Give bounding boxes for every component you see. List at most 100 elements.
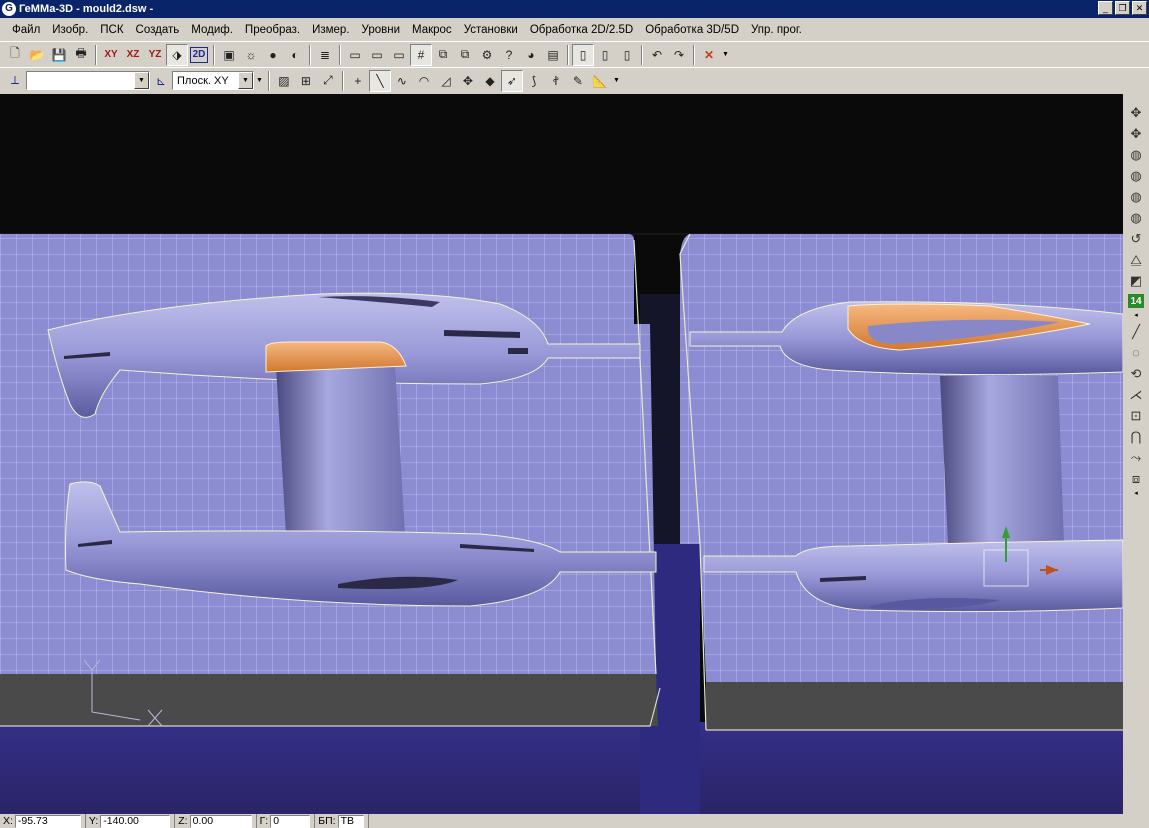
arc-icon[interactable]: ◠ [413,70,435,92]
extend-tool-icon[interactable]: ⤳ [1125,447,1147,468]
copy-view-icon[interactable]: ⧉ [454,44,476,66]
spline-icon[interactable]: ∿ [391,70,413,92]
new-file-icon[interactable]: 🗋 [4,44,26,66]
plane-combo[interactable]: Плоск. XY ▼ [172,71,254,90]
zoom-window-icon[interactable]: ▣ [218,44,240,66]
fill-icon[interactable]: ◆ [479,70,501,92]
z-coordinate-field[interactable]: 0.00 [189,814,252,828]
settings-icon[interactable]: ⚙ [476,44,498,66]
sphere-mesh-icon[interactable]: ◍ [1125,144,1147,165]
left-mould-half [0,234,661,727]
help-icon[interactable]: ? [498,44,520,66]
g-field[interactable]: 0 [270,814,311,828]
dropdown-arrow-icon[interactable]: ▼ [722,51,729,58]
line-icon[interactable]: ╲ [368,69,391,92]
x-coordinate-field[interactable]: -95.73 [14,814,81,828]
expand-arrow-icon[interactable]: ◂ [1134,489,1138,499]
window-2-icon[interactable]: ▭ [366,44,388,66]
isometric-view-icon[interactable]: ⬗ [166,43,188,66]
menu-settings[interactable]: Установки [458,24,524,36]
sphere-wire-icon[interactable]: ◍ [1125,186,1147,207]
trim-tool-icon[interactable]: ⋌ [1125,384,1147,405]
solid-cylinder-icon[interactable]: ▯ [572,43,594,66]
menu-macro[interactable]: Макрос [406,24,458,36]
bp-field[interactable]: ТВ [337,814,364,828]
sphere-solid-icon[interactable]: ◍ [1125,165,1147,186]
dropdown-arrow-icon[interactable]: ▼ [256,77,263,84]
view-xy-button[interactable]: XY [100,44,122,66]
chevron-down-icon[interactable]: ▼ [134,72,149,89]
open-folder-icon[interactable]: 📂 [26,44,48,66]
menu-program-control[interactable]: Упр. прог. [745,24,808,36]
menu-machining-2d[interactable]: Обработка 2D/2.5D [524,24,639,36]
circle-tool-icon[interactable]: ◌ [1125,342,1147,363]
grid-icon[interactable]: # [410,43,432,66]
line-tool-icon[interactable]: ╱ [1125,321,1147,342]
wire-cylinder-icon[interactable]: ▯ [594,44,616,66]
menu-view[interactable]: Изобр. [46,24,94,36]
edit-icon[interactable]: ✎ [567,70,589,92]
hidden-cylinder-icon[interactable]: ▯ [616,44,638,66]
select-icon[interactable]: ➶ [500,69,523,92]
measure-icon[interactable]: 📐 [589,70,611,92]
offset-tool-icon[interactable]: ⧈ [1125,468,1147,489]
transform-icon[interactable]: ✥ [457,70,479,92]
scale-icon[interactable]: ◩ [1125,270,1147,291]
expand-arrow-icon[interactable]: ◂ [1134,311,1138,321]
menu-transform[interactable]: Преобраз. [239,24,306,36]
chamfer-icon[interactable]: ◿ [435,70,457,92]
contour-icon[interactable]: ⟆ [523,70,545,92]
fillet-tool-icon[interactable]: ⋂ [1125,426,1147,447]
level-number-badge[interactable]: 14 [1128,294,1144,308]
palette-icon[interactable]: ◕ [520,44,542,66]
3d-viewport[interactable] [0,94,1123,814]
delete-icon[interactable]: ✕ [698,44,720,66]
undo-icon[interactable]: ↶ [646,44,668,66]
layers-icon[interactable]: ≣ [314,44,336,66]
chain-tool-icon[interactable]: ⟲ [1125,363,1147,384]
axis-icon[interactable]: ⟂ [4,70,26,92]
snap-icon[interactable]: ⊞ [295,70,317,92]
window-1-icon[interactable]: ▭ [344,44,366,66]
menu-measure[interactable]: Измер. [306,24,355,36]
point-icon[interactable]: + [347,70,369,92]
y-coordinate-field[interactable]: -140.00 [100,814,171,828]
shade-icon[interactable]: ● [262,44,284,66]
text-icon[interactable]: ꬷ [545,70,567,92]
dropdown-arrow-icon[interactable]: ▼ [613,77,620,84]
close-button[interactable]: ✕ [1132,1,1147,15]
pick-icon[interactable]: ⤢ [317,70,339,92]
light-icon[interactable]: ☼ [240,44,262,66]
redo-icon[interactable]: ↷ [668,44,690,66]
menu-levels[interactable]: Уровни [356,24,406,36]
menu-create[interactable]: Создать [130,24,186,36]
menu-file[interactable]: Файл [6,24,46,36]
view-yz-button[interactable]: YZ [144,44,166,66]
menu-machining-3d[interactable]: Обработка 3D/5D [639,24,745,36]
display-icon[interactable]: ▤ [542,44,564,66]
z-label: Z: [178,815,188,827]
save-icon[interactable]: 💾 [48,44,70,66]
menu-modify[interactable]: Модиф. [185,24,239,36]
view-2d-button[interactable]: 2D [190,46,208,63]
hatch-icon[interactable]: ▨ [273,70,295,92]
chevron-down-icon[interactable]: ▼ [238,72,253,89]
frame-tool-icon[interactable]: ⊡ [1125,405,1147,426]
layer-combo[interactable]: ▼ [26,71,150,90]
restore-button[interactable]: ❐ [1115,1,1130,15]
cascade-icon[interactable]: ⧉ [432,44,454,66]
view-xz-button[interactable]: XZ [122,44,144,66]
ucs-icon[interactable]: ⊾ [150,70,172,92]
minimize-button[interactable]: _ [1098,1,1113,15]
mirror-icon[interactable]: ⧋ [1125,249,1147,270]
x-label: X: [3,815,13,827]
window-3-icon[interactable]: ▭ [388,44,410,66]
toolbar-separator [693,44,695,65]
rotate-icon[interactable]: ↺ [1125,228,1147,249]
move-icon[interactable]: ✥ [1125,102,1147,123]
copy-move-icon[interactable]: ✥ [1125,123,1147,144]
sphere-cut-icon[interactable]: ◍ [1125,207,1147,228]
print-icon[interactable]: 🖶 [70,44,92,66]
section-icon[interactable]: ◐ [284,44,306,66]
menu-ucs[interactable]: ПСК [94,24,129,36]
